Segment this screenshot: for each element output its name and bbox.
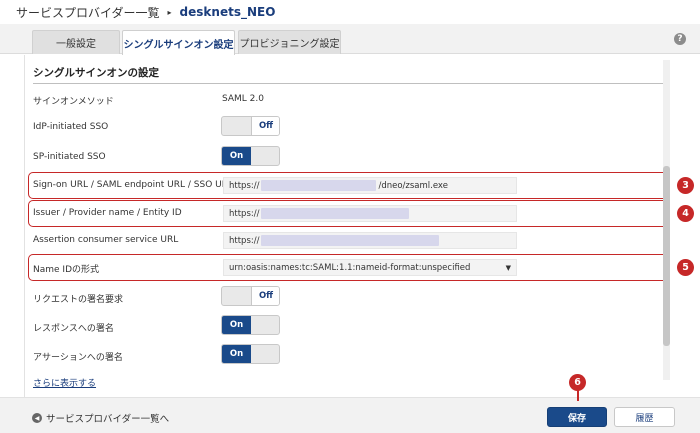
assertion-sign-label: アサーションへの署名 xyxy=(33,353,123,363)
section-title: シングルサインオンの設定 xyxy=(33,67,159,79)
back-to-sp-list-link[interactable]: ◀ サービスプロバイダー一覧へ xyxy=(32,411,169,425)
save-button[interactable]: 保存 xyxy=(547,407,607,427)
acs-url-prefix: https:// xyxy=(229,235,260,246)
signon-url-prefix: https:// xyxy=(229,180,260,191)
signon-url-suffix: /dneo/zsaml.exe xyxy=(378,180,448,191)
scrollbar-thumb[interactable] xyxy=(663,166,670,346)
callout-badge-3: 3 xyxy=(677,177,694,194)
callout-badge-4: 4 xyxy=(677,205,694,222)
idp-sso-toggle-state: Off xyxy=(251,117,279,135)
nameid-label: Name IDの形式 xyxy=(33,265,99,275)
history-button[interactable]: 履歴 xyxy=(614,407,675,427)
breadcrumb-current: desknets_NEO xyxy=(179,5,276,19)
issuer-field[interactable]: https:// xyxy=(223,205,517,222)
assertion-sign-toggle[interactable]: On xyxy=(221,344,280,364)
sp-sso-label: SP-initiated SSO xyxy=(33,152,106,162)
redacted-host xyxy=(261,235,440,246)
redacted-host xyxy=(261,208,410,219)
response-sign-toggle[interactable]: On xyxy=(221,315,280,335)
section-divider xyxy=(33,83,665,84)
back-link-label: サービスプロバイダー一覧へ xyxy=(46,414,170,425)
assertion-sign-toggle-state: On xyxy=(222,345,251,363)
tab-sso-settings[interactable]: シングルサインオン設定 xyxy=(122,30,235,55)
sso-settings-panel: シングルサインオンの設定 サインオンメソッド SAML 2.0 IdP-init… xyxy=(24,55,670,400)
tab-bar: 一般設定 シングルサインオン設定 プロビジョニング設定 ? xyxy=(0,24,700,55)
request-sign-toggle[interactable]: Off xyxy=(221,286,280,306)
request-sign-toggle-state: Off xyxy=(251,287,279,305)
response-sign-label: レスポンスへの署名 xyxy=(33,324,114,334)
footer-bar: ◀ サービスプロバイダー一覧へ 保存 履歴 xyxy=(0,397,700,433)
response-sign-toggle-state: On xyxy=(222,316,251,334)
question-circle-icon[interactable]: ? xyxy=(674,33,686,45)
tab-general-settings[interactable]: 一般設定 xyxy=(32,30,120,54)
callout-badge-5: 5 xyxy=(677,259,694,276)
breadcrumb-separator-icon: ▸ xyxy=(167,7,172,17)
caret-down-icon: ▼ xyxy=(505,264,511,272)
idp-sso-label: IdP-initiated SSO xyxy=(33,122,109,132)
breadcrumb: サービスプロバイダー一覧 ▸ desknets_NEO xyxy=(0,0,700,24)
signon-url-label: Sign-on URL / SAML endpoint URL / SSO UR… xyxy=(33,180,238,190)
tab-provisioning-settings[interactable]: プロビジョニング設定 xyxy=(238,30,341,54)
acs-url-label: Assertion consumer service URL xyxy=(33,235,179,245)
sp-sso-toggle[interactable]: On xyxy=(221,146,280,166)
signon-method-value: SAML 2.0 xyxy=(222,94,264,104)
idp-sso-toggle[interactable]: Off xyxy=(221,116,280,136)
breadcrumb-root[interactable]: サービスプロバイダー一覧 xyxy=(16,4,160,21)
nameid-selected-value: urn:oasis:names:tc:SAML:1.1:nameid-forma… xyxy=(229,262,471,273)
show-more-link[interactable]: さらに表示する xyxy=(33,376,96,389)
signon-url-field[interactable]: https:// /dneo/zsaml.exe xyxy=(223,177,517,194)
issuer-prefix: https:// xyxy=(229,208,260,219)
acs-url-field[interactable]: https:// xyxy=(223,232,517,249)
request-sign-label: リクエストの署名要求 xyxy=(33,295,124,305)
issuer-label: Issuer / Provider name / Entity ID xyxy=(33,208,182,218)
signon-method-label: サインオンメソッド xyxy=(33,97,114,107)
callout-badge-6: 6 xyxy=(569,374,586,391)
nameid-select[interactable]: urn:oasis:names:tc:SAML:1.1:nameid-forma… xyxy=(223,259,517,276)
redacted-host xyxy=(261,180,377,191)
sp-sso-toggle-state: On xyxy=(222,147,251,165)
arrow-left-circle-icon: ◀ xyxy=(32,413,42,423)
